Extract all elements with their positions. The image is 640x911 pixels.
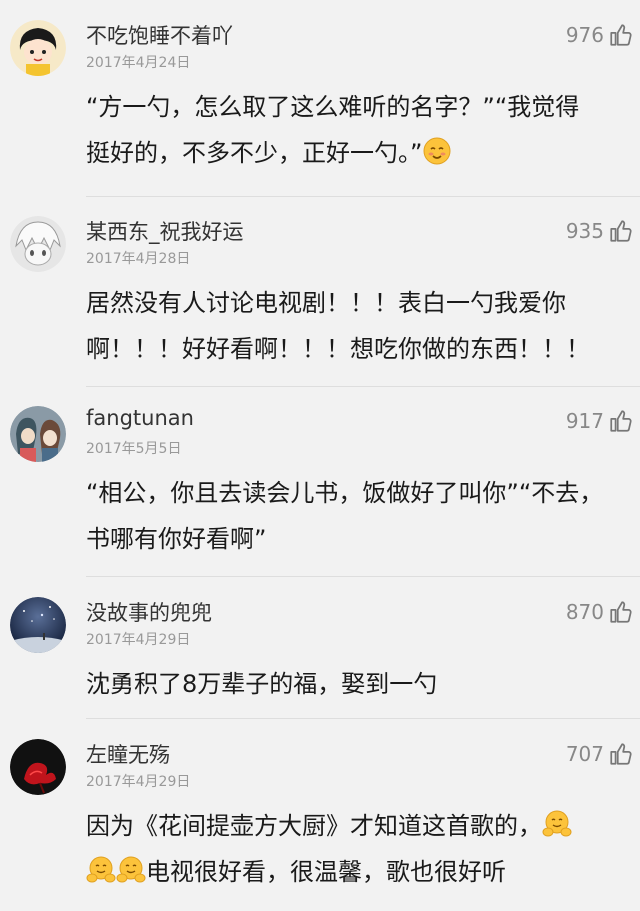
comment-text: 因为《花间提壶方大厨》才知道这首歌的， 电视很好看，很温馨，歌也很好听 xyxy=(86,803,622,895)
comment-line: 啊！！！好好看啊！！！想吃你做的东西！！！ xyxy=(86,335,590,363)
comment-line: 电视很好看，很温馨，歌也很好听 xyxy=(86,849,622,895)
comment-line-text: 因为《花间提壶方大厨》才知道这首歌的， xyxy=(86,812,542,840)
comment-date: 2017年4月28日 xyxy=(86,251,191,267)
username[interactable]: 不吃饱睡不着吖 xyxy=(86,20,233,50)
like-button[interactable]: 870 xyxy=(566,599,634,625)
like-count: 976 xyxy=(565,23,604,47)
like-count: 917 xyxy=(565,409,604,433)
comment-text: 沈勇积了8万辈子的福，娶到一勺 xyxy=(86,661,622,707)
divider xyxy=(86,718,640,719)
like-button[interactable]: 917 xyxy=(566,408,634,434)
username[interactable]: 没故事的兜兜 xyxy=(86,597,212,627)
user-avatar[interactable] xyxy=(10,20,66,76)
user-avatar[interactable] xyxy=(10,597,66,653)
divider xyxy=(86,576,640,577)
hugging-face-emoji-icon xyxy=(116,855,146,885)
comment-date: 2017年5月5日 xyxy=(86,441,182,457)
like-button[interactable]: 707 xyxy=(566,741,634,767)
user-avatar[interactable] xyxy=(10,739,66,795)
comment-date: 2017年4月29日 xyxy=(86,632,191,648)
comment-line: “方一勺，怎么取了这么难听的名字？”“我觉得 xyxy=(86,93,580,121)
smiling-face-emoji-icon xyxy=(422,136,452,166)
thumbs-up-icon[interactable] xyxy=(608,599,634,625)
divider xyxy=(86,386,640,387)
hugging-face-emoji-icon xyxy=(86,855,116,885)
thumbs-up-icon[interactable] xyxy=(608,218,634,244)
comment-text: 居然没有人讨论电视剧！！！表白一勺我爱你 啊！！！好好看啊！！！想吃你做的东西！… xyxy=(86,280,622,372)
night-sky-avatar-icon xyxy=(10,597,66,653)
user-avatar[interactable] xyxy=(10,406,66,462)
divider xyxy=(86,196,640,197)
thumbs-up-icon[interactable] xyxy=(608,741,634,767)
comment-text: “相公，你且去读会儿书，饭做好了叫你”“不去， 书哪有你好看啊” xyxy=(86,470,622,562)
comment-date: 2017年4月29日 xyxy=(86,774,191,790)
like-count: 870 xyxy=(565,600,604,624)
username[interactable]: fangtunan xyxy=(86,406,194,430)
hugging-face-emoji-icon xyxy=(542,809,572,839)
comment-line: 书哪有你好看啊” xyxy=(86,525,267,553)
comment-line: “相公，你且去读会儿书，饭做好了叫你”“不去， xyxy=(86,479,604,507)
thumbs-up-icon[interactable] xyxy=(608,408,634,434)
comment-date: 2017年4月24日 xyxy=(86,55,191,71)
anime-sketch-avatar-icon xyxy=(10,216,66,272)
username[interactable]: 左瞳无殇 xyxy=(86,739,170,769)
like-count: 935 xyxy=(565,219,604,243)
comment-line: 居然没有人讨论电视剧！！！表白一勺我爱你 xyxy=(86,289,566,317)
like-count: 707 xyxy=(565,742,604,766)
red-flower-avatar-icon xyxy=(10,739,66,795)
comment-line: 挺好的，不多不少，正好一勺。” xyxy=(86,130,622,176)
username[interactable]: 某西东_祝我好运 xyxy=(86,216,244,246)
girl-cartoon-avatar-icon xyxy=(10,20,66,76)
comment-line-text: 挺好的，不多不少，正好一勺。” xyxy=(86,139,423,167)
like-button[interactable]: 976 xyxy=(566,22,634,48)
comment-line: 沈勇积了8万辈子的福，娶到一勺 xyxy=(86,670,438,698)
user-avatar[interactable] xyxy=(10,216,66,272)
anime-couple-avatar-icon xyxy=(10,406,66,462)
thumbs-up-icon[interactable] xyxy=(608,22,634,48)
like-button[interactable]: 935 xyxy=(566,218,634,244)
comment-text: “方一勺，怎么取了这么难听的名字？”“我觉得 挺好的，不多不少，正好一勺。” xyxy=(86,84,622,176)
comment-line-text: 电视很好看，很温馨，歌也很好听 xyxy=(146,858,506,886)
comment-line: 因为《花间提壶方大厨》才知道这首歌的， xyxy=(86,803,622,849)
